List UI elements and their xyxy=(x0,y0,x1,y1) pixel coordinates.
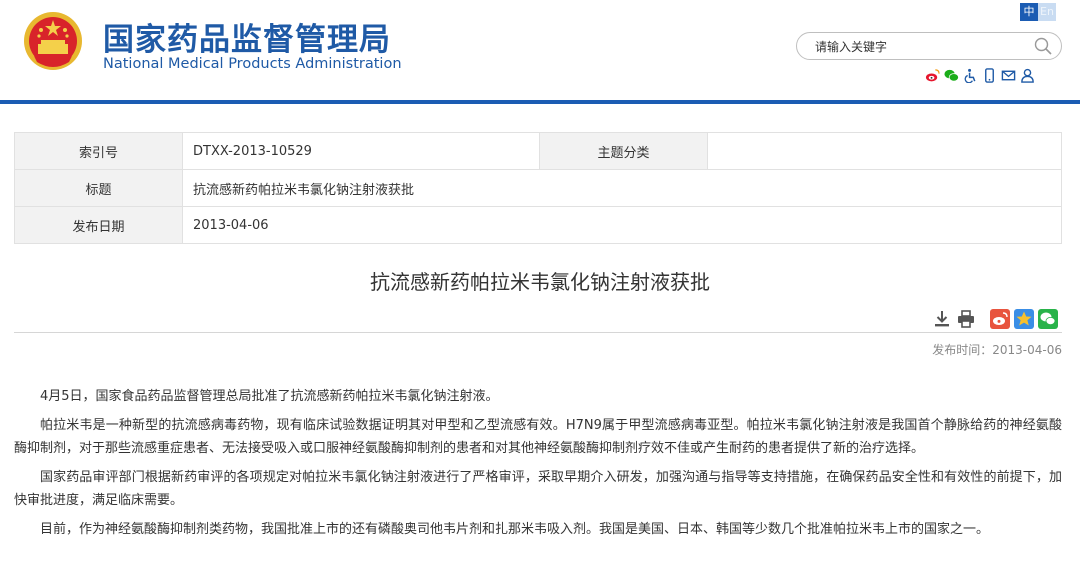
table-row: 发布日期 2013-04-06 xyxy=(14,206,1062,244)
lang-english-button[interactable]: En xyxy=(1038,3,1056,21)
article-title: 抗流感新药帕拉米韦氯化钠注射液获批 xyxy=(370,270,710,294)
header-divider xyxy=(0,100,1080,104)
wechat-icon[interactable] xyxy=(944,68,959,83)
language-switch: 中 En xyxy=(1020,3,1056,21)
article-paragraph: 国家药品审评部门根据新药审评的各项规定对帕拉米韦氯化钠注射液进行了严格审评，采取… xyxy=(14,469,1062,509)
index-label: 索引号 xyxy=(14,132,183,170)
table-row: 索引号 DTXX-2013-10529 主题分类 xyxy=(14,132,1062,170)
title-label: 标题 xyxy=(14,169,183,207)
share-weibo-icon[interactable] xyxy=(990,309,1010,329)
share-qzone-icon[interactable] xyxy=(1014,309,1034,329)
site-name-chinese[interactable]: 国家药品监督管理局 xyxy=(103,14,391,59)
site-name-english[interactable]: National Medical Products Administration xyxy=(103,56,402,72)
topic-label: 主题分类 xyxy=(539,132,708,170)
lang-chinese-button[interactable]: 中 xyxy=(1020,3,1038,21)
header-tools xyxy=(925,68,1035,83)
user-icon[interactable] xyxy=(1020,68,1035,83)
mail-icon[interactable] xyxy=(1001,68,1016,83)
table-row: 标题 抗流感新药帕拉米韦氯化钠注射液获批 xyxy=(14,169,1062,207)
site-header: 国家药品监督管理局 National Medical Products Admi… xyxy=(0,0,1080,100)
weibo-icon[interactable] xyxy=(925,68,940,83)
article-paragraph: 目前，作为神经氨酸酶抑制剂类药物，我国批准上市的还有磷酸奥司他韦片剂和扎那米韦吸… xyxy=(40,521,990,537)
search-input[interactable] xyxy=(813,37,1017,57)
print-icon[interactable] xyxy=(956,309,976,329)
search-box xyxy=(796,32,1062,60)
article-paragraph: 4月5日，国家食品药品监督管理总局批准了抗流感新药帕拉米韦氯化钠注射液。 xyxy=(40,389,499,404)
mobile-icon[interactable] xyxy=(982,68,997,83)
title-value: 抗流感新药帕拉米韦氯化钠注射液获批 xyxy=(182,169,1062,207)
download-icon[interactable] xyxy=(932,309,952,329)
index-value: DTXX-2013-10529 xyxy=(182,132,540,170)
national-emblem-icon xyxy=(24,12,82,70)
info-table: 索引号 DTXX-2013-10529 主题分类 标题 抗流感新药帕拉米韦氯化钠… xyxy=(14,132,1062,244)
article-divider xyxy=(14,332,1062,333)
date-value: 2013-04-06 xyxy=(182,206,1062,244)
publish-time: 发布时间：2013-04-06 xyxy=(932,343,1062,357)
date-label: 发布日期 xyxy=(14,206,183,244)
article-body: 4月5日，国家食品药品监督管理总局批准了抗流感新药帕拉米韦氯化钠注射液。 帕拉米… xyxy=(14,385,1062,546)
accessibility-icon[interactable] xyxy=(963,68,978,83)
article-tools xyxy=(932,309,1062,329)
search-icon[interactable] xyxy=(1033,36,1053,56)
article-paragraph: 帕拉米韦是一种新型的抗流感病毒药物，现有临床试验数据证明其对甲型和乙型流感有效。… xyxy=(14,417,1062,457)
topic-value xyxy=(707,132,1062,170)
share-wechat-icon[interactable] xyxy=(1038,309,1058,329)
